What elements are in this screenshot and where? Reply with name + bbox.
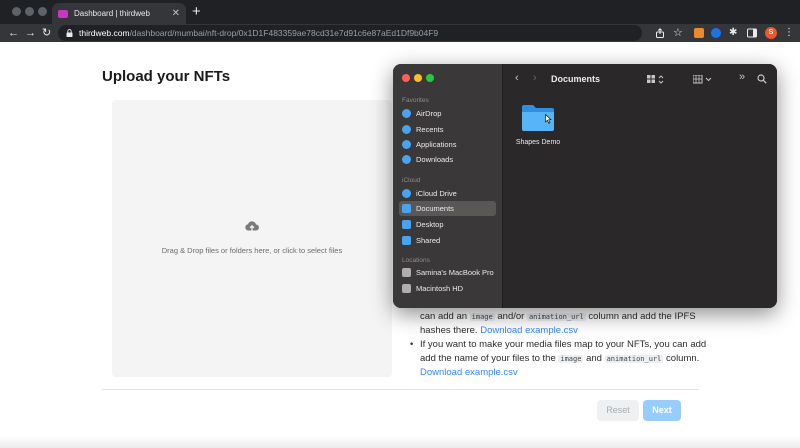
- extension-fox-icon[interactable]: [694, 28, 704, 38]
- code-image: image: [469, 313, 495, 321]
- applications-icon: [402, 140, 411, 149]
- sidebar-item-recents[interactable]: Recents: [399, 122, 496, 137]
- reload-icon[interactable]: ↻: [42, 25, 51, 41]
- star-icon[interactable]: ☆: [673, 26, 683, 40]
- tab-title: Dashboard | thirdweb: [74, 9, 150, 18]
- section-favorites: Favorites: [402, 97, 429, 104]
- sidebar-item-shared[interactable]: Shared: [399, 233, 496, 248]
- icon-view-toggle-icon[interactable]: [647, 75, 665, 84]
- divider: [102, 389, 699, 390]
- section-icloud: iCloud: [402, 177, 421, 184]
- file-item-label: Shapes Demo: [515, 139, 561, 146]
- window-minimize-button[interactable]: [25, 7, 34, 16]
- new-tab-icon[interactable]: +: [192, 4, 201, 19]
- instruction-ipfs: can add an image and/or animation_url co…: [420, 311, 696, 336]
- document-icon: [402, 204, 411, 213]
- dropzone-instructions: Drag & Drop files or folders here, or cl…: [161, 246, 343, 255]
- sidebar-item-icloud-drive[interactable]: iCloud Drive: [399, 186, 496, 201]
- sidebar-item-applications[interactable]: Applications: [399, 137, 496, 152]
- finder-zoom-button[interactable]: [426, 74, 434, 82]
- profile-avatar[interactable]: S: [765, 27, 777, 39]
- page-footer-edge: [0, 436, 800, 448]
- desktop-icon: [402, 220, 411, 229]
- finder-file-dialog: Favorites AirDrop Recents Applications D…: [393, 64, 777, 308]
- download-example-csv-link[interactable]: Download example.csv: [480, 325, 578, 336]
- code-animation-url: animation_url: [604, 355, 664, 363]
- laptop-icon: [402, 268, 411, 277]
- puzzle-icon[interactable]: ✱: [729, 26, 737, 40]
- thirdweb-favicon-icon: [58, 9, 68, 18]
- upload-instructions: can add an image and/or animation_url co…: [410, 310, 710, 380]
- menu-dots-icon[interactable]: ⋮: [784, 26, 794, 40]
- code-image: image: [558, 355, 584, 363]
- window-close-button[interactable]: [12, 7, 21, 16]
- forward-arrow-icon[interactable]: →: [25, 25, 36, 41]
- sidebar-icon[interactable]: [747, 28, 757, 38]
- share-icon[interactable]: [655, 28, 665, 38]
- code-animation-url: animation_url: [526, 313, 586, 321]
- download-example-csv-link[interactable]: Download example.csv: [420, 367, 518, 378]
- address-bar[interactable]: thirdweb.com/dashboard/mumbai/nft-drop/0…: [58, 25, 642, 41]
- sidebar-item-macintosh-hd[interactable]: Macintosh HD: [399, 281, 496, 296]
- tab-close-icon[interactable]: ✕: [172, 8, 180, 19]
- shared-folder-icon: [402, 236, 411, 245]
- sidebar-item-documents[interactable]: Documents: [399, 201, 496, 216]
- finder-more-icon[interactable]: »: [739, 72, 745, 83]
- download-icon: [402, 155, 411, 164]
- file-dropzone[interactable]: Drag & Drop files or folders here, or cl…: [112, 100, 392, 377]
- bullet: •: [410, 339, 414, 350]
- airdrop-icon: [402, 109, 411, 118]
- mouse-cursor-icon: [545, 114, 552, 124]
- browser-tab[interactable]: Dashboard | thirdweb ✕: [52, 3, 186, 24]
- finder-back-icon[interactable]: ‹: [515, 73, 519, 84]
- back-arrow-icon[interactable]: ←: [8, 25, 19, 41]
- browser-tab-bar: Dashboard | thirdweb ✕ +: [0, 0, 800, 24]
- hard-drive-icon: [402, 284, 411, 293]
- browser-toolbar: ← → ↻ thirdweb.com/dashboard/mumbai/nft-…: [0, 24, 800, 42]
- finder-close-button[interactable]: [402, 74, 410, 82]
- window-zoom-button[interactable]: [38, 7, 47, 16]
- sidebar-item-macbook[interactable]: Samina's MacBook Pro: [399, 265, 496, 280]
- cloud-upload-icon: [245, 221, 259, 232]
- clock-icon: [402, 125, 411, 134]
- lock-icon: [66, 29, 73, 37]
- sidebar-item-airdrop[interactable]: AirDrop: [399, 106, 496, 121]
- instruction-media-map: • If you want to make your media files m…: [410, 339, 707, 378]
- next-button[interactable]: Next: [643, 400, 681, 421]
- reset-button[interactable]: Reset: [597, 400, 639, 421]
- search-icon[interactable]: [757, 74, 767, 84]
- sidebar-item-downloads[interactable]: Downloads: [399, 152, 496, 167]
- finder-forward-icon[interactable]: ›: [533, 73, 537, 84]
- section-locations: Locations: [402, 257, 430, 264]
- group-view-icon[interactable]: [693, 75, 713, 84]
- extension-circle-icon[interactable]: [711, 28, 721, 38]
- page-title: Upload your NFTs: [102, 68, 231, 85]
- finder-minimize-button[interactable]: [414, 74, 422, 82]
- finder-current-folder: Documents: [551, 74, 601, 84]
- sidebar-item-desktop[interactable]: Desktop: [399, 217, 496, 232]
- cloud-icon: [402, 189, 411, 198]
- finder-sidebar: Favorites AirDrop Recents Applications D…: [393, 64, 502, 308]
- url-text: thirdweb.com/dashboard/mumbai/nft-drop/0…: [79, 28, 439, 38]
- finder-content: ‹ › Documents » Shapes Demo: [502, 64, 777, 308]
